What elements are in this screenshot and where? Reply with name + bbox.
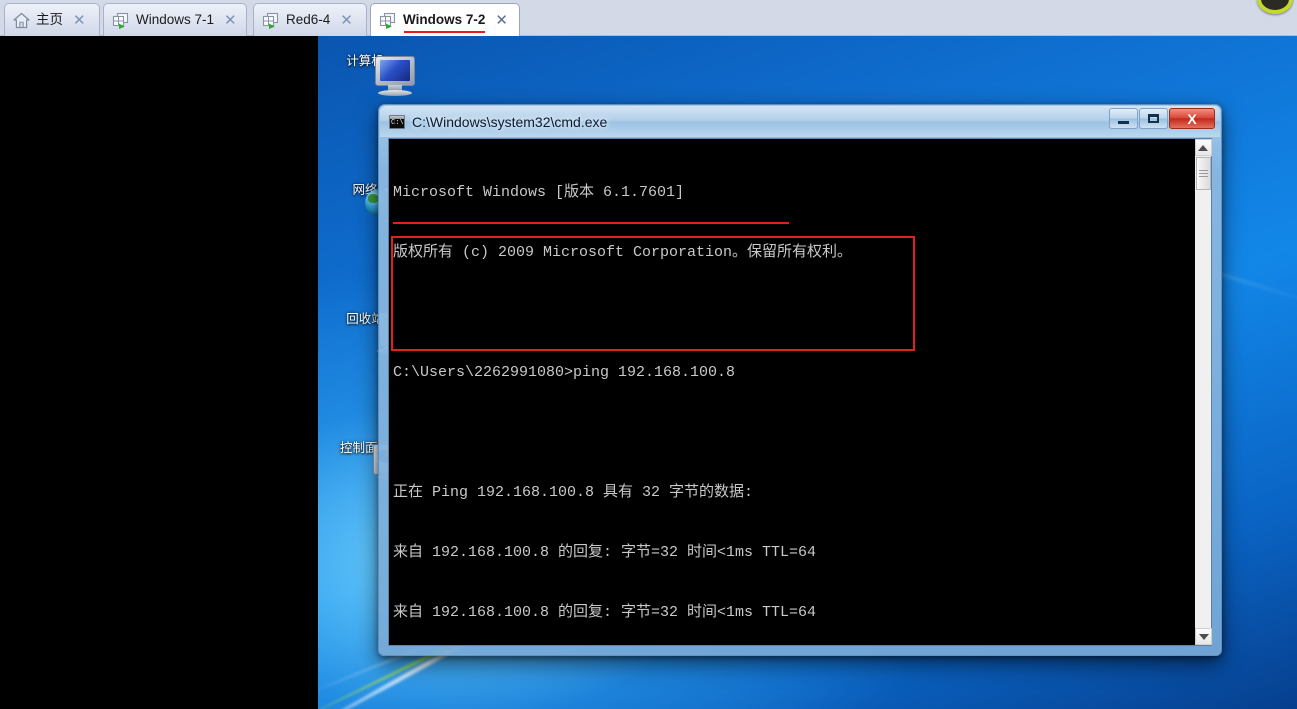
screenshot-root: 主页 ✕ Windows 7-1 ✕ Red6-4 ✕ Windows 7-2 … (0, 0, 1297, 709)
cmd-client-area: Microsoft Windows [版本 6.1.7601] 版权所有 (c)… (388, 138, 1212, 646)
vm-icon (262, 12, 280, 29)
scroll-up-arrow-icon (1198, 144, 1208, 151)
tab-bar: 主页 ✕ Windows 7-1 ✕ Red6-4 ✕ Windows 7-2 … (0, 0, 1297, 36)
vertical-scrollbar[interactable] (1194, 139, 1212, 645)
tab-label: Red6-4 (286, 12, 331, 28)
vm-desktop[interactable]: 计算机 网络 ♲ 回收站 (318, 36, 1297, 709)
scrollbar-thumb[interactable] (1196, 157, 1211, 190)
tab-close-icon[interactable]: ✕ (340, 12, 353, 28)
home-icon (13, 12, 30, 29)
window-controls: X (1108, 108, 1215, 129)
console-line: 正在 Ping 192.168.100.8 具有 32 字节的数据: (393, 484, 754, 501)
tab-label: Windows 7-2 (403, 12, 486, 28)
cmd-icon-text: C:\ (391, 118, 404, 127)
tab-windows-7-2[interactable]: Windows 7-2 ✕ (370, 3, 520, 36)
tab-label: Windows 7-1 (136, 12, 215, 28)
scroll-up-button[interactable] (1194, 139, 1212, 156)
tab-close-icon[interactable]: ✕ (73, 12, 86, 28)
scroll-down-button[interactable] (1195, 628, 1212, 645)
minimize-button[interactable] (1109, 108, 1138, 129)
annotation-underline (393, 222, 789, 224)
console-line: Microsoft Windows [版本 6.1.7601] (393, 184, 685, 201)
annotation-box (391, 236, 915, 351)
scrollbar-grip-icon (1199, 168, 1208, 179)
cmd-window[interactable]: C:\ C:\Windows\system32\cmd.exe X Micros… (378, 104, 1222, 656)
maximize-button[interactable] (1139, 108, 1168, 129)
console-line-reply: 来自 192.168.100.8 的回复: 字节=32 时间<1ms TTL=6… (393, 544, 817, 561)
desktop-icon-computer[interactable]: 计算机 (322, 54, 415, 96)
console-line-command: C:\Users\2262991080>ping 192.168.100.8 (393, 364, 736, 381)
tab-red6-4[interactable]: Red6-4 ✕ (253, 3, 367, 36)
cmd-title-bar[interactable]: C:\ C:\Windows\system32\cmd.exe X (380, 106, 1220, 137)
tab-home[interactable]: 主页 ✕ (4, 3, 100, 36)
console-output[interactable]: Microsoft Windows [版本 6.1.7601] 版权所有 (c)… (389, 139, 1194, 645)
vm-icon (112, 12, 130, 29)
vm-icon (379, 12, 397, 29)
circular-badge-icon[interactable] (1257, 0, 1293, 14)
tab-close-icon[interactable]: ✕ (495, 12, 508, 28)
cmd-icon: C:\ (389, 114, 405, 129)
tab-label: 主页 (36, 12, 63, 28)
scroll-down-arrow-icon (1198, 633, 1209, 640)
console-line-reply: 来自 192.168.100.8 的回复: 字节=32 时间<1ms TTL=6… (393, 604, 817, 621)
close-button[interactable]: X (1169, 108, 1215, 129)
tab-windows-7-1[interactable]: Windows 7-1 ✕ (103, 3, 247, 36)
active-tab-underline (404, 31, 485, 33)
cmd-window-title: C:\Windows\system32\cmd.exe (412, 113, 608, 130)
tab-close-icon[interactable]: ✕ (224, 12, 237, 28)
